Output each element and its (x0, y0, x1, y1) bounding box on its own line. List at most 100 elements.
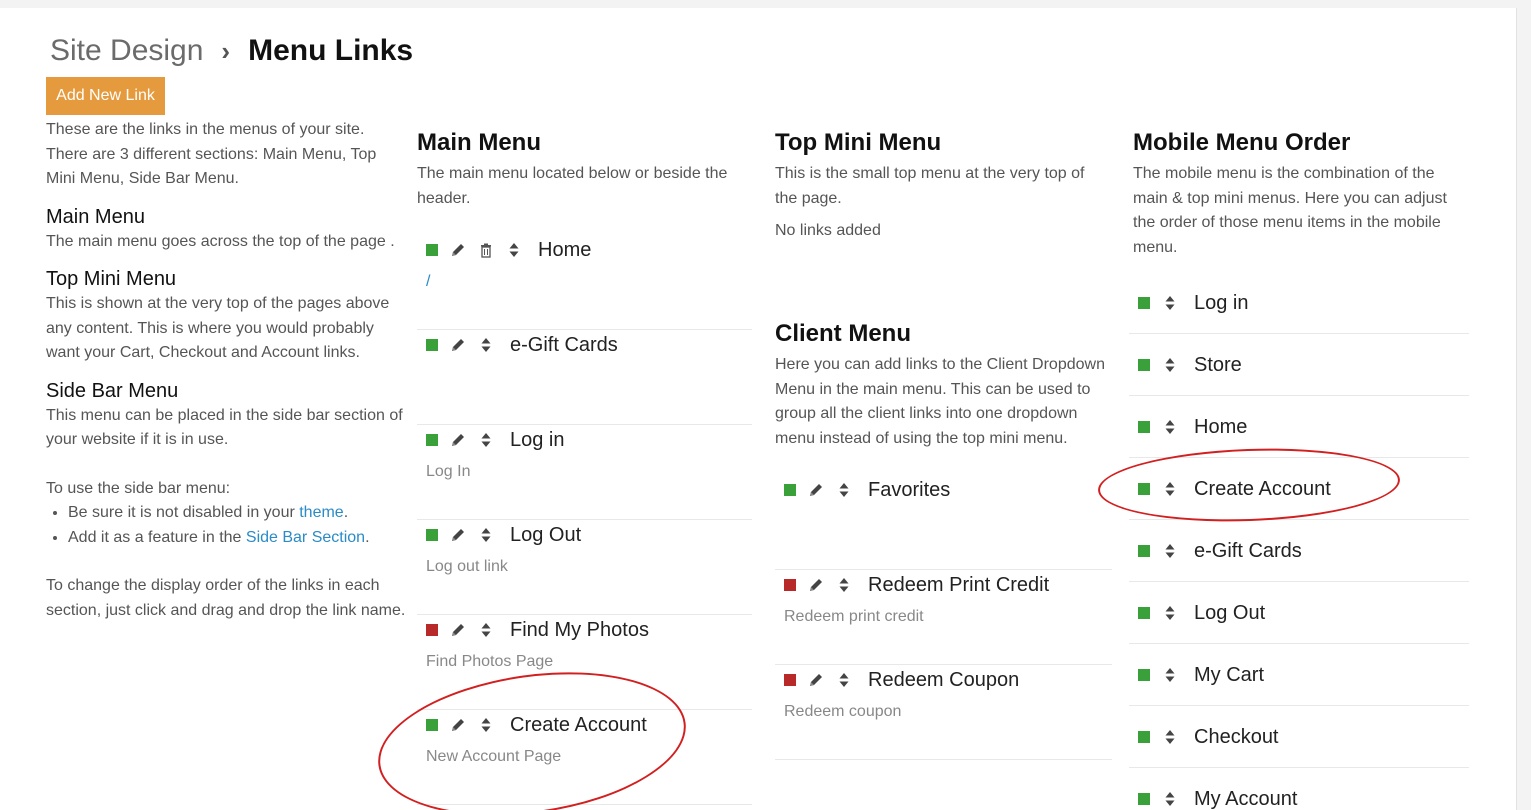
menu-link-label[interactable]: Home (538, 239, 591, 262)
status-indicator (1138, 297, 1150, 309)
pencil-icon[interactable] (806, 670, 826, 690)
sort-arrows-icon[interactable] (1160, 603, 1180, 623)
sort-arrows-icon[interactable] (1160, 355, 1180, 375)
mobile-menu-list: Log in Store Home Create Account e-Gift Card… (1129, 272, 1469, 810)
menu-link-item[interactable]: Log in Log In (417, 425, 752, 520)
sort-arrows-icon[interactable] (1160, 479, 1180, 499)
menu-link-label[interactable]: Redeem Print Credit (868, 574, 1049, 597)
menu-link-item[interactable]: Log Out Log out link (417, 520, 752, 615)
menu-link-item[interactable]: e-Gift Cards (417, 330, 752, 425)
mobile-menu-item[interactable]: Log in (1129, 272, 1469, 334)
mobile-menu-label[interactable]: Store (1194, 354, 1242, 377)
menu-link-item[interactable]: Home / (417, 235, 752, 330)
sort-arrows-icon[interactable] (1160, 665, 1180, 685)
sort-arrows-icon[interactable] (1160, 417, 1180, 437)
client-menu-column: Client Menu Here you can add links to th… (775, 319, 1112, 760)
menu-link-label[interactable]: Create Account (510, 714, 647, 737)
mobile-menu-label[interactable]: Checkout (1194, 726, 1279, 749)
sort-arrows-icon[interactable] (1160, 541, 1180, 561)
sort-arrows-icon[interactable] (476, 715, 496, 735)
mobile-menu-label[interactable]: Log Out (1194, 602, 1265, 625)
help-side-bar-title: Side Bar Menu (46, 379, 179, 402)
status-indicator[interactable] (784, 674, 796, 686)
pencil-icon[interactable] (448, 430, 468, 450)
mobile-menu-item[interactable]: My Cart (1129, 644, 1469, 706)
menu-link-label[interactable]: Redeem Coupon (868, 669, 1019, 692)
client-menu-desc: Here you can add links to the Client Dro… (775, 356, 1105, 447)
pencil-icon[interactable] (448, 240, 468, 260)
pencil-icon[interactable] (448, 715, 468, 735)
sort-arrows-icon[interactable] (476, 335, 496, 355)
sort-arrows-icon[interactable] (476, 620, 496, 640)
menu-link-item[interactable]: Redeem Coupon Redeem coupon (775, 665, 1112, 760)
menu-link-label[interactable]: Find My Photos (510, 619, 649, 642)
mobile-menu-item[interactable]: Store (1129, 334, 1469, 396)
menu-link-label[interactable]: Log in (510, 429, 565, 452)
sort-arrows-icon[interactable] (834, 480, 854, 500)
menu-link-target: Log In (426, 463, 471, 480)
mobile-menu-item[interactable]: Create Account (1129, 458, 1469, 520)
status-indicator (1138, 421, 1150, 433)
main-menu-column: Main Menu The main menu located below or… (417, 128, 752, 805)
menu-link-label[interactable]: e-Gift Cards (510, 334, 618, 357)
sort-arrows-icon[interactable] (1160, 789, 1180, 809)
pencil-icon[interactable] (448, 620, 468, 640)
top-mini-desc: This is the small top menu at the very t… (775, 165, 1085, 207)
menu-link-item[interactable]: Redeem Print Credit Redeem print credit (775, 570, 1112, 665)
pencil-icon[interactable] (448, 335, 468, 355)
side-bar-section-link[interactable]: Side Bar Section (246, 529, 365, 546)
status-indicator[interactable] (426, 434, 438, 446)
mobile-menu-label[interactable]: Home (1194, 416, 1247, 439)
menu-link-label[interactable]: Log Out (510, 524, 581, 547)
sort-arrows-icon[interactable] (1160, 727, 1180, 747)
theme-link[interactable]: theme (299, 504, 343, 521)
intro-text: These are the links in the menus of your… (46, 121, 377, 187)
mobile-menu-item[interactable]: Home (1129, 396, 1469, 458)
mobile-menu-label[interactable]: e-Gift Cards (1194, 540, 1302, 563)
menu-link-label[interactable]: Favorites (868, 479, 950, 502)
status-indicator (1138, 607, 1150, 619)
mobile-menu-item[interactable]: My Account (1129, 768, 1469, 810)
pencil-icon[interactable] (806, 575, 826, 595)
status-indicator (1138, 359, 1150, 371)
sort-arrows-icon[interactable] (834, 670, 854, 690)
breadcrumb-site-design[interactable]: Site Design (50, 34, 203, 68)
mobile-menu-item[interactable]: Log Out (1129, 582, 1469, 644)
help-main-menu-title: Main Menu (46, 205, 145, 228)
mobile-menu-item[interactable]: Checkout (1129, 706, 1469, 768)
breadcrumb: Site Design › Menu Links (50, 34, 413, 68)
status-indicator[interactable] (784, 484, 796, 496)
content-panel: Site Design › Menu Links Add New Link Th… (0, 8, 1517, 810)
menu-link-item[interactable]: Find My Photos Find Photos Page (417, 615, 752, 710)
status-indicator (1138, 483, 1150, 495)
menu-link-target: / (426, 273, 431, 290)
main-menu-title: Main Menu (417, 129, 541, 156)
mobile-menu-label[interactable]: Log in (1194, 292, 1249, 315)
status-indicator[interactable] (426, 529, 438, 541)
sort-arrows-icon[interactable] (1160, 293, 1180, 313)
status-indicator (1138, 545, 1150, 557)
sort-arrows-icon[interactable] (834, 575, 854, 595)
status-indicator[interactable] (784, 579, 796, 591)
status-indicator[interactable] (426, 719, 438, 731)
menu-link-target: New Account Page (426, 748, 562, 765)
add-new-link-button[interactable]: Add New Link (46, 77, 165, 115)
sort-arrows-icon[interactable] (476, 525, 496, 545)
mobile-menu-label[interactable]: Create Account (1194, 478, 1331, 501)
status-indicator[interactable] (426, 339, 438, 351)
mobile-menu-item[interactable]: e-Gift Cards (1129, 520, 1469, 582)
sort-arrows-icon[interactable] (476, 430, 496, 450)
top-mini-title: Top Mini Menu (775, 129, 942, 156)
trash-icon[interactable] (476, 240, 496, 260)
top-mini-column: Top Mini Menu This is the small top menu… (775, 128, 1110, 244)
sort-arrows-icon[interactable] (504, 240, 524, 260)
status-indicator[interactable] (426, 624, 438, 636)
mobile-menu-label[interactable]: My Account (1194, 788, 1297, 810)
menu-link-item[interactable]: Create Account New Account Page (417, 710, 752, 805)
pencil-icon[interactable] (806, 480, 826, 500)
mobile-menu-label[interactable]: My Cart (1194, 664, 1264, 687)
status-indicator[interactable] (426, 244, 438, 256)
menu-link-item[interactable]: Favorites (775, 475, 1112, 570)
pencil-icon[interactable] (448, 525, 468, 545)
client-menu-title: Client Menu (775, 320, 911, 347)
